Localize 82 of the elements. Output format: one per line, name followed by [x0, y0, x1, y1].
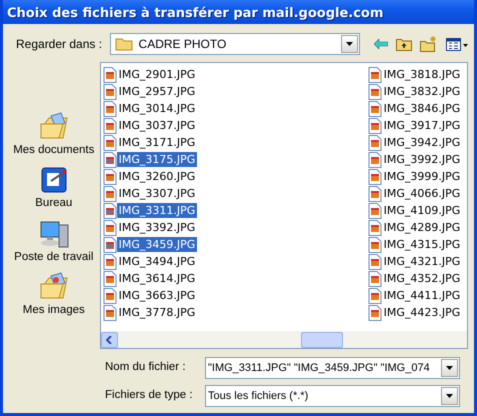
image-file-icon: [102, 202, 117, 218]
image-file-icon: [102, 100, 117, 116]
folder-up-icon[interactable]: [396, 37, 412, 51]
file-item[interactable]: IMG_3175.JPG: [116, 152, 198, 167]
scrollbar-thumb[interactable]: [300, 332, 343, 348]
image-file-icon: [102, 152, 117, 168]
file-item[interactable]: IMG_3999.JPG: [382, 169, 462, 184]
image-file-icon: [368, 236, 382, 252]
image-file-icon: [368, 134, 382, 150]
computer-icon: [38, 218, 69, 248]
file-item[interactable]: IMG_2957.JPG: [116, 84, 198, 99]
scroll-left-button[interactable]: [100, 332, 118, 348]
file-name-field[interactable]: "IMG_3311.JPG" "IMG_3459.JPG" "IMG_074: [205, 357, 460, 379]
image-file-icon: [368, 100, 382, 116]
new-folder-icon[interactable]: [420, 36, 438, 52]
view-menu-icon[interactable]: [446, 38, 468, 50]
file-item[interactable]: IMG_3307.JPG: [116, 186, 198, 201]
file-item[interactable]: IMG_3818.JPG: [382, 67, 462, 82]
file-item[interactable]: IMG_3942.JPG: [382, 135, 462, 150]
look-in-dropdown[interactable]: CADRE PHOTO: [110, 33, 360, 55]
image-file-icon: [368, 118, 382, 134]
image-file-icon: [102, 236, 117, 252]
image-file-icon: [368, 168, 382, 184]
image-file-icon: [368, 304, 382, 320]
image-file-icon: [102, 304, 117, 320]
image-file-icon: [368, 254, 382, 270]
file-type-label: Fichiers de type :: [105, 388, 194, 404]
image-file-icon: [368, 84, 382, 100]
image-file-icon: [368, 220, 382, 236]
file-item[interactable]: IMG_4066.JPG: [382, 186, 462, 201]
file-item[interactable]: IMG_3171.JPG: [116, 135, 198, 150]
desktop-icon: [38, 165, 69, 196]
file-item[interactable]: IMG_4352.JPG: [382, 271, 462, 286]
file-item[interactable]: IMG_3992.JPG: [382, 152, 462, 167]
file-item[interactable]: IMG_3311.JPG: [116, 203, 198, 218]
image-file-icon: [102, 254, 117, 270]
image-file-icon: [102, 134, 117, 150]
image-file-icon: [102, 168, 117, 184]
image-file-icon: [102, 66, 117, 82]
places-item[interactable]: Poste de travail: [14, 218, 94, 266]
image-file-icon: [102, 288, 117, 304]
image-file-icon: [368, 202, 382, 218]
file-item[interactable]: IMG_4289.JPG: [382, 220, 462, 235]
image-file-icon: [102, 186, 117, 202]
file-item[interactable]: IMG_3832.JPG: [382, 84, 462, 99]
look-in-label: Regarder dans :: [16, 36, 104, 53]
window-title: Choix des fichiers à transférer par mail.google.com: [3, 0, 474, 24]
image-file-icon: [368, 288, 382, 304]
file-item[interactable]: IMG_3014.JPG: [116, 101, 198, 116]
file-name-label: Nom du fichier :: [105, 360, 187, 376]
image-file-icon: [102, 220, 117, 236]
file-item[interactable]: IMG_4411.JPG: [382, 288, 462, 303]
image-file-icon: [102, 270, 117, 286]
folder-icon: [114, 37, 133, 51]
file-item[interactable]: IMG_3614.JPG: [116, 271, 198, 286]
file-item[interactable]: IMG_3778.JPG: [116, 305, 198, 320]
file-item[interactable]: IMG_3260.JPG: [116, 169, 198, 184]
image-file-icon: [368, 66, 382, 82]
file-item[interactable]: IMG_3037.JPG: [116, 118, 198, 133]
image-file-icon: [368, 270, 382, 286]
file-item[interactable]: IMG_3459.JPG: [116, 237, 198, 252]
file-item[interactable]: IMG_4423.JPG: [382, 305, 462, 320]
back-arrow-icon[interactable]: [374, 39, 388, 49]
chevron-left-icon: [106, 336, 112, 344]
look-in-value: CADRE PHOTO: [138, 36, 228, 53]
file-item[interactable]: IMG_4315.JPG: [382, 237, 462, 252]
places-item[interactable]: Mes images: [22, 272, 85, 319]
file-type-dropdown[interactable]: Tous les fichiers (*.*): [205, 385, 460, 407]
image-file-icon: [368, 152, 382, 168]
file-item[interactable]: IMG_3846.JPG: [382, 101, 462, 116]
image-file-icon: [102, 84, 117, 100]
places-item[interactable]: Bureau: [35, 165, 72, 212]
file-item[interactable]: IMG_3663.JPG: [116, 288, 198, 303]
image-file-icon: [102, 118, 117, 134]
file-item[interactable]: IMG_3494.JPG: [116, 254, 198, 269]
file-item[interactable]: IMG_2901.JPG: [116, 67, 198, 82]
places-item[interactable]: Mes documents: [13, 112, 94, 160]
file-item[interactable]: IMG_3392.JPG: [116, 220, 198, 235]
file-item[interactable]: IMG_4321.JPG: [382, 254, 462, 269]
file-item[interactable]: IMG_3917.JPG: [382, 118, 462, 133]
image-file-icon: [368, 186, 382, 202]
file-item[interactable]: IMG_4109.JPG: [382, 203, 462, 218]
